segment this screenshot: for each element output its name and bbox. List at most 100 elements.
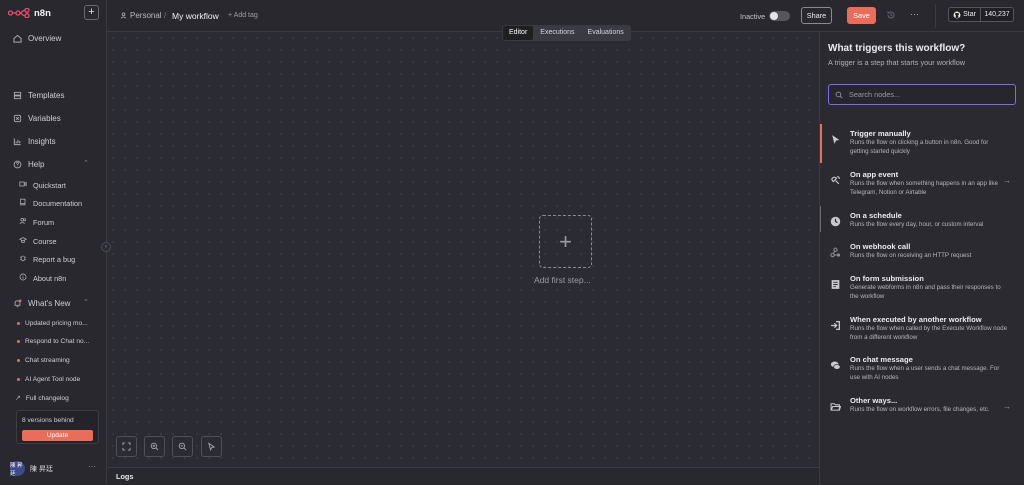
user-menu[interactable]: 陳 昇廷 陳 昇廷: [10, 461, 53, 477]
update-button[interactable]: Update: [22, 430, 93, 441]
active-status-label: Inactive: [740, 12, 766, 21]
github-icon: [953, 11, 961, 18]
trigger-option-name: When executed by another workflow: [850, 315, 982, 324]
help-item-course[interactable]: Course: [18, 236, 57, 246]
news-item-label: Updated pricing mo...: [25, 320, 88, 327]
zoom-in-button[interactable]: [144, 436, 165, 457]
add-first-step-button[interactable]: +: [539, 215, 592, 268]
sidebar-item-help[interactable]: Help: [12, 159, 44, 169]
add-new-button[interactable]: +: [84, 5, 99, 20]
trigger-option-description: Runs the flow every day, hour, or custom…: [850, 221, 984, 228]
brand-logo[interactable]: n8n: [8, 6, 51, 20]
help-item-report-bug[interactable]: Report a bug: [19, 254, 75, 264]
zoom-out-button[interactable]: [172, 436, 193, 457]
github-star-count: 140,237: [984, 11, 1010, 18]
share-button[interactable]: Share: [801, 7, 832, 24]
help-item-about[interactable]: About n8n: [19, 273, 66, 283]
more-options-button[interactable]: ···: [910, 9, 919, 19]
user-more-icon[interactable]: ···: [88, 462, 96, 471]
active-toggle[interactable]: [769, 11, 790, 21]
tab-evaluations[interactable]: Evaluations: [582, 26, 630, 40]
chevron-up-icon[interactable]: ⌃: [83, 159, 89, 167]
github-star-button[interactable]: Star 140,237: [948, 7, 1014, 22]
zoom-in-icon: [150, 442, 159, 451]
news-item[interactable]: Respond to Chat no...: [17, 338, 89, 345]
trigger-option-name: On app event: [850, 170, 899, 179]
bell-icon: [12, 298, 22, 308]
pointer-mode-button[interactable]: [201, 436, 222, 457]
sidebar-item-whats-new[interactable]: What's New: [12, 298, 70, 308]
form-icon: [829, 278, 841, 290]
versions-behind-text: 8 versions behind: [22, 417, 74, 424]
trigger-option-description: Runs the flow when called by the Execute…: [850, 325, 1008, 341]
collapse-sidebar-button[interactable]: ‹: [101, 242, 111, 252]
users-icon: [19, 217, 27, 227]
video-icon: [19, 180, 27, 190]
news-item[interactable]: AI Agent Tool node: [17, 376, 80, 383]
webhook-icon: [829, 246, 841, 258]
add-first-step-label: Add first step...: [534, 275, 591, 285]
news-item[interactable]: Updated pricing mo...: [17, 320, 88, 327]
sidebar-item-label: Insights: [28, 136, 56, 146]
news-item[interactable]: Chat streaming: [17, 357, 70, 364]
history-icon[interactable]: [886, 10, 896, 22]
logs-panel[interactable]: Logs: [107, 467, 819, 485]
trigger-option-name: Other ways...: [850, 396, 898, 405]
update-notice: 8 versions behind Update: [16, 410, 99, 444]
trigger-option-description: Runs the flow on clicking a button in n8…: [850, 139, 989, 155]
help-item-forum[interactable]: Forum: [19, 217, 54, 227]
search-input[interactable]: [849, 90, 1009, 99]
cursor-icon: [208, 442, 216, 451]
user-icon: [120, 12, 127, 19]
unread-dot-icon: [17, 359, 20, 362]
templates-icon: [12, 90, 22, 100]
chevron-up-icon[interactable]: ⌃: [83, 298, 89, 306]
help-item-label: Course: [33, 236, 57, 246]
news-item-label: AI Agent Tool node: [25, 376, 81, 383]
view-tabs: Editor Executions Evaluations: [502, 25, 631, 41]
workflow-canvas[interactable]: + Add first step...: [107, 32, 819, 467]
avatar: 陳 昇廷: [10, 461, 25, 477]
fit-view-button[interactable]: [116, 436, 137, 457]
sidebar-item-variables[interactable]: Variables: [12, 113, 61, 123]
unread-dot-icon: [17, 340, 20, 343]
panel-subtitle: A trigger is a step that starts your wor…: [828, 58, 966, 67]
sidebar-item-label: What's New: [28, 298, 71, 308]
arrow-right-icon: →: [1003, 176, 1011, 185]
github-star-label: Star: [963, 11, 976, 18]
panel-title: What triggers this workflow?: [828, 43, 966, 54]
book-icon: [19, 198, 27, 208]
tab-executions[interactable]: Executions: [534, 26, 580, 40]
search-field[interactable]: [828, 84, 1016, 105]
sidebar-item-templates[interactable]: Templates: [12, 90, 64, 100]
news-item-label: Respond to Chat no...: [25, 338, 90, 345]
unread-dot-icon: [17, 378, 20, 381]
breadcrumb-owner[interactable]: Personal: [120, 11, 162, 20]
sidebar-item-overview[interactable]: Overview: [12, 33, 61, 43]
trigger-option-description: Runs the flow on workflow errors, file c…: [850, 406, 990, 413]
external-link-icon: ↗: [15, 395, 21, 402]
trigger-option-description: Runs the flow when a user sends a chat m…: [850, 365, 1000, 381]
workflow-name[interactable]: My workflow: [172, 11, 219, 21]
full-changelog-link[interactable]: ↗ Full changelog: [15, 394, 69, 403]
sidebar-item-insights[interactable]: Insights: [12, 136, 56, 146]
trigger-option-name: On webhook call: [850, 242, 911, 251]
full-changelog-label: Full changelog: [25, 394, 69, 402]
sidebar-item-label: Overview: [28, 33, 62, 43]
zoom-out-icon: [178, 442, 187, 451]
n8n-app: n8n + Overview Templates Variables Insig…: [0, 0, 1024, 485]
sidebar-item-label: Templates: [28, 90, 65, 100]
divider: [935, 4, 936, 28]
trigger-option-name: On a schedule: [850, 211, 902, 220]
help-item-quickstart[interactable]: Quickstart: [19, 180, 66, 190]
help-item-label: Forum: [33, 217, 55, 227]
tab-editor[interactable]: Editor: [503, 26, 534, 40]
help-item-documentation[interactable]: Documentation: [19, 198, 82, 208]
info-icon: [19, 273, 27, 283]
chat-icon: [829, 359, 841, 371]
search-icon: [835, 91, 843, 98]
save-button[interactable]: Save: [847, 7, 876, 24]
trigger-option-name: Trigger manually: [850, 129, 911, 138]
help-icon: [12, 159, 22, 169]
add-tag-button[interactable]: + Add tag: [228, 12, 258, 19]
